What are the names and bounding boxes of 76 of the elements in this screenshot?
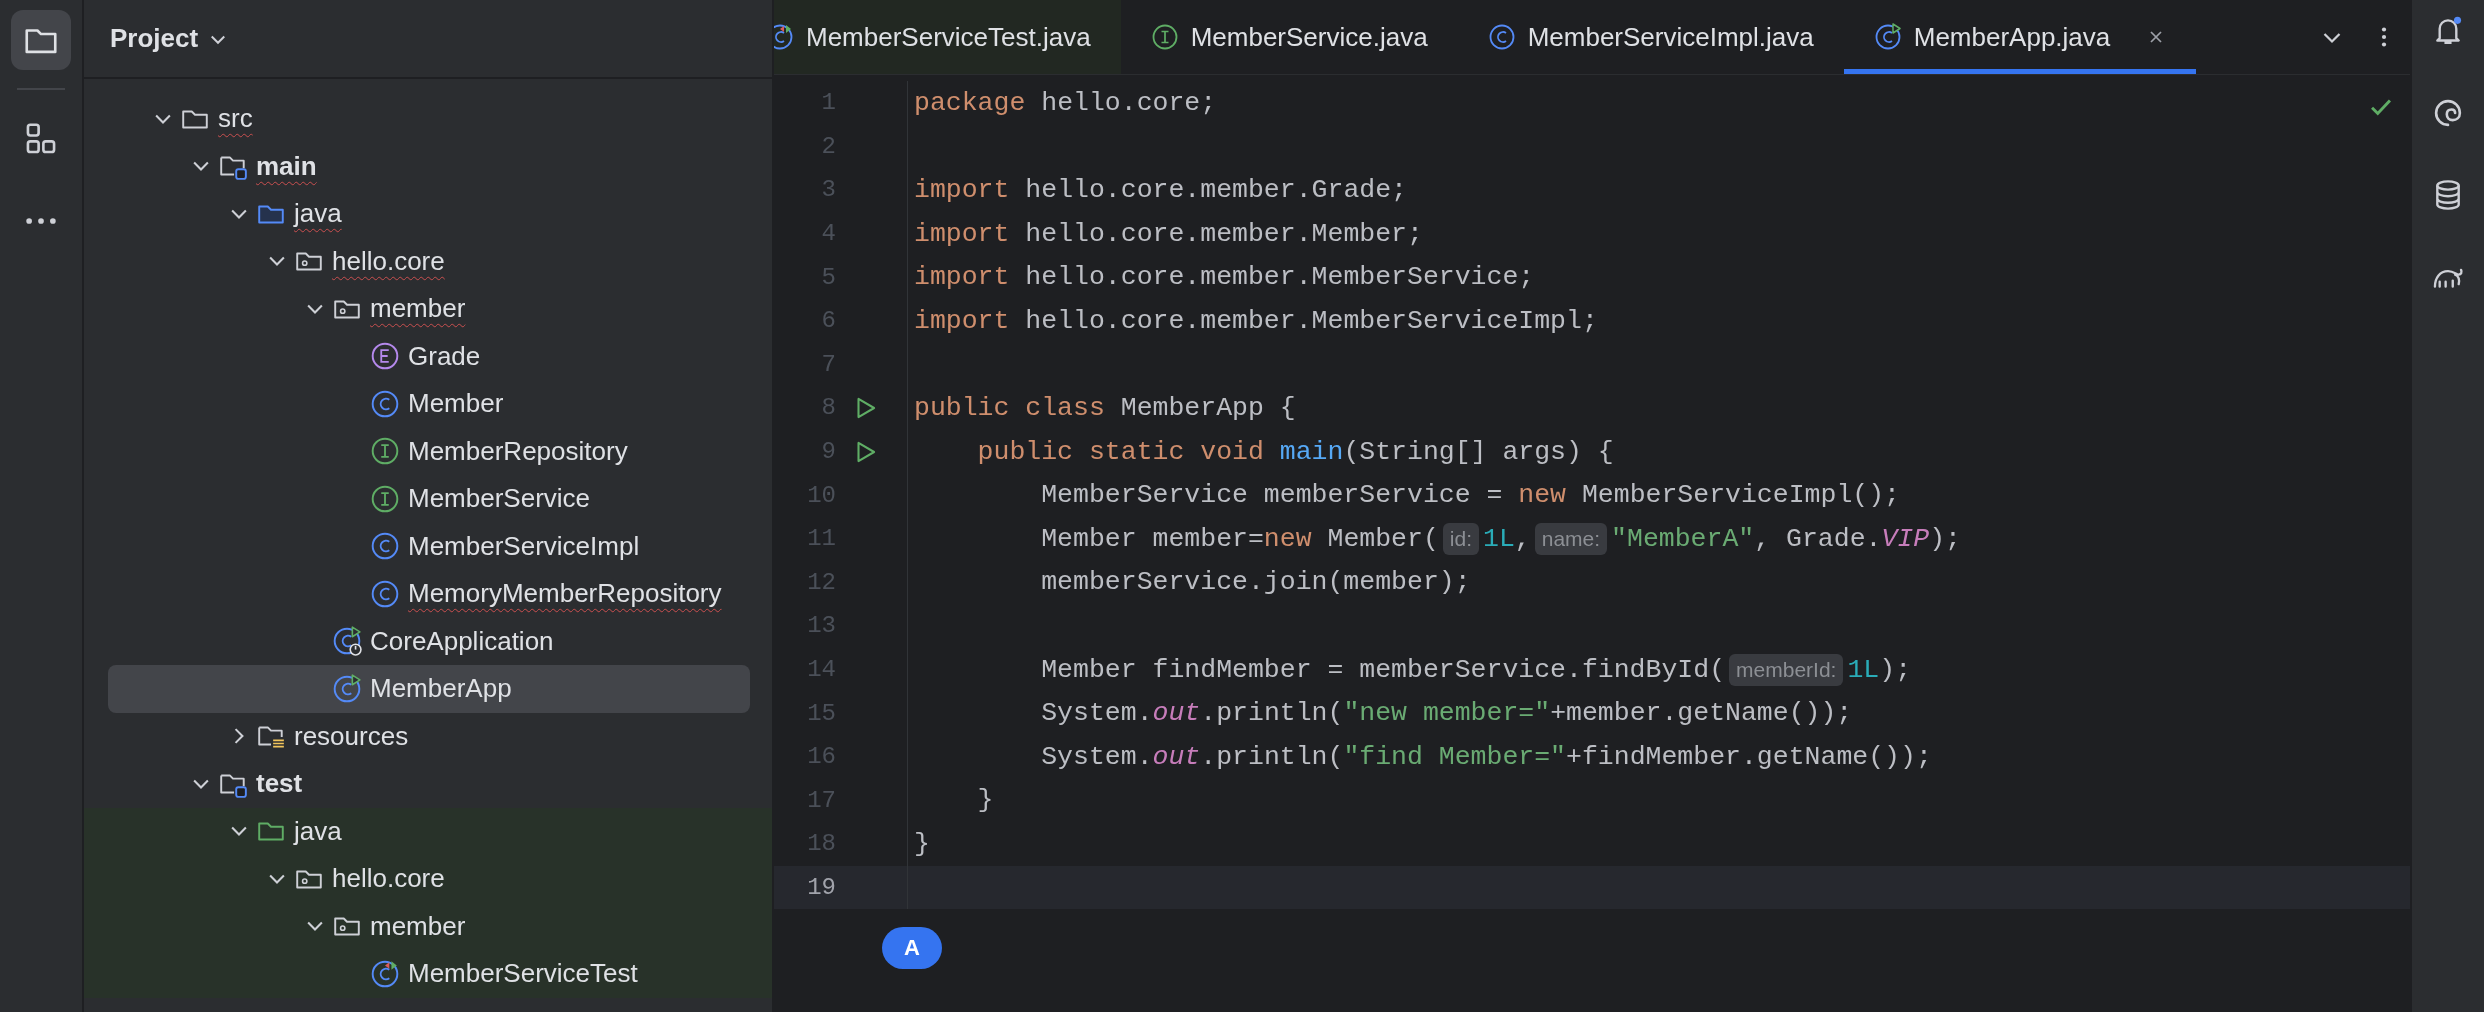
tree-item[interactable]: MemoryMemberRepository	[108, 570, 750, 618]
code-text: import hello.core.member.MemberService;	[914, 262, 1535, 293]
runnable-class-icon	[1873, 23, 1902, 51]
code-text: memberService.join(member);	[1040, 567, 1471, 598]
tree-item[interactable]: test	[108, 760, 750, 808]
tree-item[interactable]: MemberService	[108, 475, 750, 523]
interface-icon	[370, 436, 400, 467]
tree-item-label: Member	[408, 388, 504, 420]
code-text: import hello.core.member.Grade;	[914, 175, 1407, 205]
tree-item[interactable]: main	[108, 142, 750, 190]
tree-item-label: java	[294, 815, 342, 847]
class-icon	[370, 388, 400, 419]
code-text: import hello.core.member.Member;	[914, 218, 1423, 249]
tree-item-label: MemberApp	[370, 673, 512, 705]
app-class-icon	[332, 626, 362, 657]
test-class-icon	[774, 23, 794, 51]
code-text: 1L,	[1483, 523, 1531, 554]
editor-tab[interactable]: MemberApp.java	[1843, 0, 2197, 74]
assistant-badge[interactable]: A	[882, 927, 942, 969]
runnable-class-icon	[332, 673, 362, 704]
tree-item-label: CoreApplication	[370, 625, 554, 657]
tree-item-label: test	[256, 768, 303, 800]
project-tool-button[interactable]	[11, 10, 71, 70]
panel-title[interactable]: Project	[110, 23, 199, 54]
code-text: System.out.println("find Member="+findMember.getName());	[1040, 741, 1932, 772]
interface-icon	[370, 483, 400, 514]
tree-item-label: MemberServiceTest	[408, 958, 638, 990]
code-text: package hello.core;	[914, 87, 1217, 118]
tree-item[interactable]: hello.core	[108, 237, 750, 285]
tree-item[interactable]: MemberApp	[108, 665, 750, 713]
test-class-icon	[370, 958, 400, 989]
editor-tab[interactable]: MemberServiceTest.java	[774, 0, 1121, 74]
parameter-hint: memberId:	[1729, 653, 1844, 686]
tree-item[interactable]: Grade	[108, 332, 750, 380]
tree-item-label: MemberRepository	[408, 435, 628, 467]
code-text: import hello.core.member.MemberServiceImpl;	[914, 305, 1598, 336]
tree-item-label: MemberServiceImpl	[408, 530, 640, 562]
tree-item-label: Grade	[408, 340, 481, 372]
tree-item[interactable]: resources	[108, 712, 750, 760]
tree-item-label: hello.core	[332, 245, 445, 277]
tree-item-label: main	[256, 150, 317, 182]
tree-item[interactable]: java	[108, 190, 750, 238]
parameter-hint: id:	[1442, 522, 1479, 555]
code-text: "MemberA", Grade.VIP);	[1611, 523, 1961, 554]
code-text: MemberService memberService = new MemberServiceImpl();	[1040, 480, 1900, 511]
code-text: 1L);	[1847, 654, 1912, 685]
tree-item-label: member	[370, 293, 466, 325]
code-text: Member findMember = memberService.findById(	[1040, 654, 1726, 685]
editor-tab[interactable]: MemberServiceImpl.java	[1457, 0, 1844, 74]
line-number: 19	[806, 874, 836, 901]
enum-icon	[370, 341, 400, 372]
tree-item[interactable]: member	[108, 285, 750, 333]
code-text: }	[976, 785, 994, 816]
tree-item-label: MemoryMemberRepository	[408, 578, 722, 610]
tree-item-label: hello.core	[332, 863, 445, 895]
tree-item[interactable]: MemberRepository	[108, 427, 750, 475]
tree-item[interactable]: CoreApplication	[108, 617, 750, 665]
class-icon	[1487, 23, 1516, 51]
code-text: Member member=new Member(	[1040, 523, 1439, 554]
tree-item-label: member	[370, 910, 466, 942]
interface-icon	[1150, 23, 1179, 51]
tree-item[interactable]: MemberServiceImpl	[108, 522, 750, 570]
parameter-hint: name:	[1534, 522, 1608, 555]
code-text: public static void main(String[] args) {	[976, 436, 1614, 467]
tree-item[interactable]: src	[108, 95, 750, 143]
tree-item-label: java	[294, 198, 342, 230]
code-text: System.out.println("new member="+member.getName());	[1040, 698, 1853, 729]
code-text: }	[914, 828, 930, 859]
tree-item[interactable]: Member	[108, 380, 750, 428]
tree-item-label: src	[218, 103, 253, 135]
tree-item-label: resources	[294, 720, 409, 752]
code-text: public class MemberApp {	[914, 392, 1296, 423]
class-icon	[370, 578, 400, 609]
tree-item-label: MemberService	[408, 483, 591, 515]
class-icon	[370, 531, 400, 562]
editor-tab[interactable]: MemberService.java	[1120, 0, 1458, 74]
